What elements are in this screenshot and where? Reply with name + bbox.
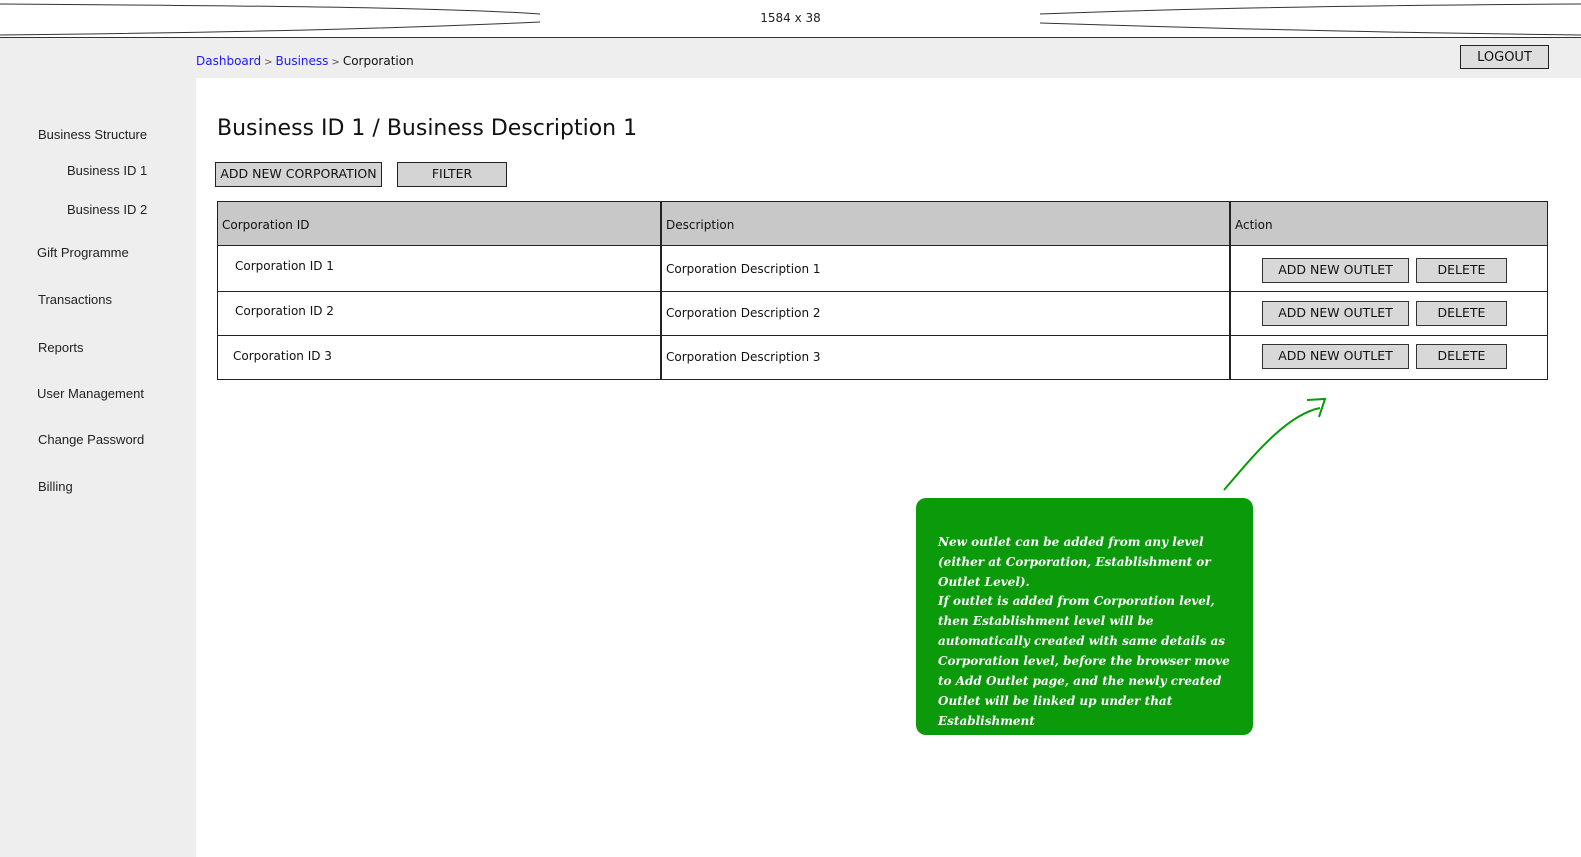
banner-dimensions: 1584 x 38 (760, 11, 821, 25)
row-3-corporation-id: Corporation ID 3 (233, 349, 332, 363)
row-2-delete-button[interactable]: DELETE (1416, 301, 1507, 326)
sidebar-item-business-structure[interactable]: Business Structure (38, 127, 147, 142)
header-bar: Dashboard > Business > Corporation LOGOUT (0, 38, 1581, 78)
sidebar-item-reports[interactable]: Reports (38, 340, 84, 355)
filter-button[interactable]: FILTER (397, 162, 507, 187)
breadcrumb-link-business[interactable]: Business (276, 54, 329, 68)
row-2-add-new-outlet-button[interactable]: ADD NEW OUTLET (1262, 301, 1409, 326)
row-2-description: Corporation Description 2 (666, 306, 821, 320)
sidebar-item-business-id-2[interactable]: Business ID 2 (67, 202, 147, 217)
sidebar-item-transactions[interactable]: Transactions (38, 292, 112, 307)
row-1-corporation-id: Corporation ID 1 (235, 259, 334, 273)
corporation-table: Corporation ID Description Action Corpor… (217, 201, 1548, 380)
top-banner-placeholder: 1584 x 38 (0, 0, 1581, 38)
row-1-delete-button[interactable]: DELETE (1416, 258, 1507, 283)
row-1-description: Corporation Description 1 (666, 262, 821, 276)
row-3-add-new-outlet-button[interactable]: ADD NEW OUTLET (1262, 344, 1409, 369)
annotation-arrow-icon (1223, 397, 1327, 491)
sidebar-item-user-management[interactable]: User Management (37, 386, 144, 401)
row-divider (218, 335, 1547, 336)
sidebar-item-billing[interactable]: Billing (38, 479, 73, 494)
breadcrumb-current: Corporation (342, 54, 414, 68)
sidebar-item-change-password[interactable]: Change Password (38, 432, 144, 447)
row-2-corporation-id: Corporation ID 2 (235, 304, 334, 318)
breadcrumb-separator: > (264, 57, 273, 68)
table-header (218, 202, 1547, 246)
note-paragraph-2: If outlet is added from Corporation leve… (938, 594, 1230, 728)
breadcrumb-separator: > (331, 57, 340, 68)
sidebar: Business Structure Business ID 1 Busines… (0, 78, 196, 857)
row-1-add-new-outlet-button[interactable]: ADD NEW OUTLET (1262, 258, 1409, 283)
column-header-description[interactable]: Description (666, 218, 734, 232)
sidebar-item-business-id-1[interactable]: Business ID 1 (67, 163, 147, 178)
column-header-corporation-id[interactable]: Corporation ID (222, 218, 309, 232)
add-new-corporation-button[interactable]: ADD NEW CORPORATION (215, 162, 382, 187)
logout-button[interactable]: LOGOUT (1460, 45, 1549, 69)
breadcrumb: Dashboard > Business > Corporation (196, 54, 414, 68)
note-paragraph-1: New outlet can be added from any level (… (938, 535, 1211, 589)
row-divider (218, 291, 1547, 292)
breadcrumb-link-dashboard[interactable]: Dashboard (196, 54, 261, 68)
annotation-note: New outlet can be added from any level (… (916, 498, 1253, 735)
column-header-action: Action (1235, 218, 1273, 232)
row-3-delete-button[interactable]: DELETE (1416, 344, 1507, 369)
sidebar-item-gift-programme[interactable]: Gift Programme (37, 245, 129, 260)
page-title: Business ID 1 / Business Description 1 (217, 116, 638, 141)
row-3-description: Corporation Description 3 (666, 350, 821, 364)
